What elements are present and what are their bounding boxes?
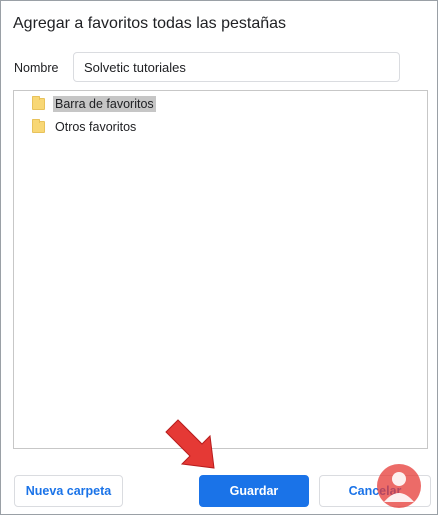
cancel-button[interactable]: Cancelar: [319, 475, 431, 507]
name-input[interactable]: [73, 52, 400, 82]
dialog-title: Agregar a favoritos todas las pestañas: [13, 15, 287, 32]
folder-icon: [32, 119, 45, 133]
save-button[interactable]: Guardar: [199, 475, 309, 507]
folder-label: Barra de favoritos: [53, 96, 156, 112]
folder-label: Otros favoritos: [55, 120, 137, 134]
folder-item-favorites-bar[interactable]: Barra de favoritos: [32, 94, 156, 114]
new-folder-button[interactable]: Nueva carpeta: [14, 475, 123, 507]
folder-tree[interactable]: Barra de favoritos Otros favoritos: [13, 90, 428, 449]
add-all-tabs-dialog: Agregar a favoritos todas las pestañas N…: [0, 0, 438, 515]
name-label: Nombre: [14, 61, 59, 75]
folder-icon: [32, 96, 45, 110]
folder-item-other-favorites[interactable]: Otros favoritos: [32, 117, 138, 137]
